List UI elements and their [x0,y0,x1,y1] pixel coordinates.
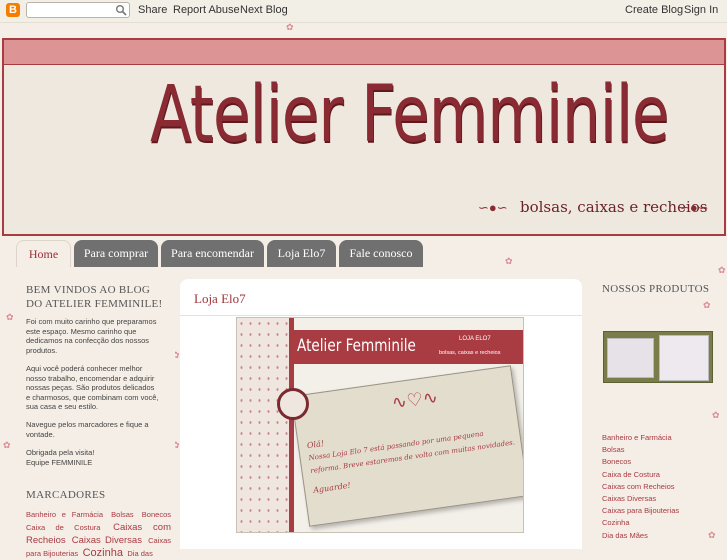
blogger-navbar: B Share Report Abuse Next Blog Create Bl… [0,0,727,23]
label-link[interactable]: Banheiro e Farmácia [26,510,103,519]
tab-para-comprar[interactable]: Para comprar [74,240,158,267]
header-band [2,38,726,64]
labels-title: MARCADORES [26,489,106,501]
image-pattern-strip [237,318,289,532]
swirl-heart-icon: ∿♡∿ [390,386,440,414]
product-link[interactable]: Caixas com Recheios [602,481,679,493]
product-box-1 [607,338,654,378]
products-image[interactable] [603,331,713,383]
product-link[interactable]: Dia das Mães [602,530,679,542]
search-icon[interactable] [115,4,127,16]
create-blog-link[interactable]: Create Blog [625,4,683,16]
swirl-left-icon: ∽●∽ [478,200,508,215]
label-link[interactable]: Bolsas [111,510,134,519]
left-sidebar: BEM VINDOS AO BLOG DO ATELIER FEMMINILE!… [16,267,175,559]
label-link[interactable]: Caixas Diversas [72,535,142,546]
tab-para-encomendar[interactable]: Para encomendar [161,240,264,267]
post-divider [180,315,582,316]
next-blog-link[interactable]: Next Blog [240,4,288,16]
search-input[interactable] [26,2,130,18]
product-box-2 [659,335,709,381]
label-cloud: Banheiro e Farmácia Bolsas Bonecos Caixa… [26,507,171,559]
swirl-right-icon: ∽●∽ [679,200,709,215]
products-title: NOSSOS PRODUTOS [602,283,710,295]
tab-home[interactable]: Home [16,240,71,268]
image-ring [277,388,309,420]
image-brand: Atelier Femminile [297,336,416,356]
sign-in-link[interactable]: Sign In [684,4,718,16]
report-abuse-link[interactable]: Report Abuse [173,4,240,16]
product-link[interactable]: Banheiro e Farmácia [602,432,679,444]
welcome-paragraph-1: Foi com muito carinho que preparamos est… [26,317,157,355]
tab-loja-elo7[interactable]: Loja Elo7 [267,240,336,267]
post-image[interactable]: Atelier Femminile LOJA ELO7 bolsas, caix… [236,317,524,533]
label-link[interactable]: Dia das [127,549,152,558]
welcome-paragraph-3: Navegue pelos marcadores e fique a vonta… [26,420,149,439]
image-note-text: Olá! Nossa Loja Elo 7 está passando por … [306,429,516,495]
welcome-thanks: Obrigada pela visita! Equipe FEMMINILE [26,448,95,467]
welcome-title: BEM VINDOS AO BLOG DO ATELIER FEMMINILE! [26,284,163,310]
product-link[interactable]: Caixas Diversas [602,493,679,505]
blogger-logo-icon[interactable]: B [6,3,20,17]
product-link[interactable]: Caixa de Costura [602,469,679,481]
product-link[interactable]: Bolsas [602,444,679,456]
image-subtitle: bolsas, caixas e recheios [439,350,501,356]
image-label: LOJA ELO7 [459,336,491,342]
welcome-paragraph-2: Aqui você poderá conhecer melhor nosso t… [26,364,159,411]
label-link[interactable]: Cozinha [83,547,123,559]
label-link[interactable]: Bonecos [142,510,171,519]
product-link[interactable]: Caixas para Bijouterias [602,505,679,517]
blog-title[interactable]: Atelier Femminile [150,70,669,160]
product-link[interactable]: Bonecos [602,456,679,468]
products-link-list: Banheiro e Farmácia Bolsas Bonecos Caixa… [602,432,679,542]
image-note: ∿♡∿ Olá! Nossa Loja Elo 7 está passando … [290,365,523,527]
main-content: Loja Elo7 Atelier Femminile LOJA ELO7 bo… [180,279,582,549]
share-link[interactable]: Share [138,4,167,16]
image-header-bar: Atelier Femminile LOJA ELO7 bolsas, caix… [289,330,523,364]
product-link[interactable]: Cozinha [602,517,679,529]
tab-fale-conosco[interactable]: Fale conosco [339,240,423,267]
right-sidebar: NOSSOS PRODUTOS Banheiro e Farmácia Bols… [590,267,727,545]
image-ribbon [289,318,294,532]
label-link[interactable]: Caixa de Costura [26,523,100,532]
post-title[interactable]: Loja Elo7 [194,291,246,307]
